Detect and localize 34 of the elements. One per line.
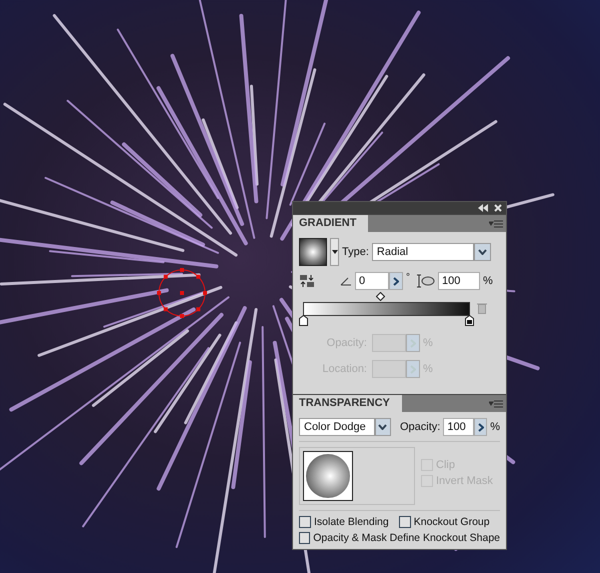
aspect-ratio-field[interactable]: 100	[438, 272, 480, 290]
checkbox[interactable]	[299, 532, 310, 544]
checkbox[interactable]	[299, 516, 311, 528]
checkbox-label: Isolate Blending	[314, 516, 389, 528]
checkbox-label: Opacity & Mask Define Knockout Shape	[313, 532, 500, 544]
gradient-stop-icon[interactable]	[465, 315, 474, 326]
aspect-ratio-icon	[417, 274, 435, 288]
degree-sign: °	[406, 272, 410, 283]
selection-circle-drawing	[157, 268, 207, 318]
opacity-field[interactable]: 100	[443, 418, 474, 436]
opacity-stepper-icon[interactable]	[474, 418, 488, 436]
gradient-ramp[interactable]	[303, 302, 470, 316]
blend-mode-dropdown[interactable]: Color Dodge	[299, 418, 375, 436]
opacity-unit: %	[490, 421, 500, 433]
location-unit: %	[423, 363, 433, 375]
gradient-stop-icon[interactable]	[299, 315, 308, 326]
close-icon[interactable]	[494, 204, 502, 212]
gradient-swatch[interactable]	[299, 238, 327, 266]
swatch-dropdown-icon[interactable]	[330, 238, 339, 266]
panel-tab[interactable]: TRANSPARENCY	[293, 395, 402, 412]
reverse-gradient-icon[interactable]	[299, 274, 315, 288]
angle-icon	[340, 276, 352, 286]
object-thumbnail[interactable]	[303, 451, 353, 501]
checkbox[interactable]	[398, 516, 411, 528]
type-dropdown[interactable]: Radial	[372, 243, 474, 261]
checkbox-label: Knockout Group	[414, 516, 490, 528]
collapse-icon[interactable]	[478, 204, 488, 212]
stop-opacity-unit: %	[423, 337, 433, 349]
opacity-label: Opacity:	[400, 421, 440, 433]
panel-tab[interactable]: GRADIENT	[293, 215, 368, 232]
angle-stepper-icon[interactable]	[389, 272, 403, 290]
angle-field[interactable]: 0	[355, 272, 389, 290]
type-label: Type:	[342, 246, 369, 258]
aspect-unit: %	[483, 275, 493, 287]
